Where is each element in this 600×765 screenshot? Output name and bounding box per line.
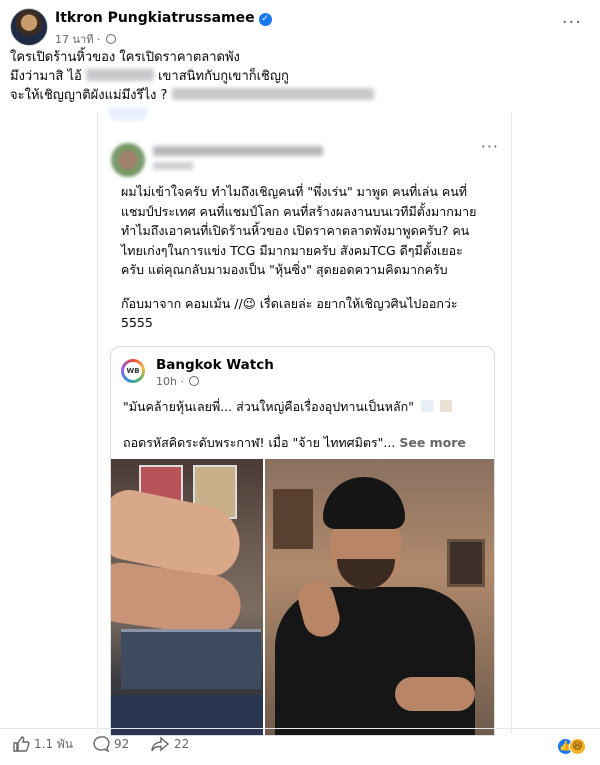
shared-body-line: ผมไม่เข้าใจครับ ทำไมถึงเชิญคนที่ "พึ่งเร… — [121, 184, 468, 199]
embedded-text-line: "มันคล้ายหุ้นเลยพี่... ส่วนใหญ่คือเรื่อง… — [123, 397, 452, 417]
author-name[interactable]: Itkron Pungkiatrussamee ✓ — [55, 10, 272, 26]
caption-text: มึงว่ามาสิ ไอ้ — [10, 69, 82, 84]
caption-line: ใครเปิดร้านหิ้วของ ใครเปิดราคาตลาดพัง — [10, 50, 240, 65]
shared-post[interactable]: ··· ผมไม่เข้าใจครับ ทำไมถึงเชิญคนที่ "พึ… — [97, 107, 512, 736]
shared-body-line: ก๊อบมาจาก คอมเม้น //😉 เรื่ดเลยล่ะ อยากให… — [121, 295, 458, 311]
shared-body-line: ไทยเก่งๆในการแข่ง TCG มีมากมายครับ สังคม… — [121, 242, 463, 258]
like-button[interactable]: 1.1 พัน — [12, 735, 73, 754]
comment-icon — [93, 736, 110, 753]
post-caption: ใครเปิดร้านหิ้วของ ใครเปิดราคาตลาดพัง มึ… — [10, 48, 590, 105]
redacted-shared-author — [153, 146, 323, 156]
globe-icon — [189, 376, 200, 386]
embedded-teaser: ถอดรหัสคิดระดับพระกาฬ! เมื่อ "จ้าย ไททศม… — [123, 435, 396, 450]
redacted-text — [171, 88, 374, 100]
author-name-text[interactable]: Itkron Pungkiatrussamee — [55, 10, 255, 26]
embedded-photo-person — [265, 459, 494, 735]
post-meta: 17 นาที · — [55, 30, 116, 48]
share-icon — [151, 736, 170, 752]
embedded-post-card: WB Bangkok Watch 10h · "มันคล้ายหุ้นเลยพ… — [110, 346, 495, 736]
shared-post-avatar — [111, 143, 145, 177]
embedded-page-name: Bangkok Watch — [156, 357, 274, 373]
shared-body-line: 5555 — [121, 315, 153, 330]
person-emoji-icon — [439, 400, 452, 412]
verified-badge-icon: ✓ — [258, 13, 272, 26]
share-button[interactable]: 22 — [150, 735, 189, 753]
caption-line: มึงว่ามาสิ ไอ้ เขาสนิทกับกูเขาก็เชิญกู — [10, 67, 590, 86]
reaction-summary[interactable]: 👍😆 — [557, 734, 586, 755]
shared-post-top-edge — [108, 107, 148, 121]
bangkok-watch-logo-icon: WB — [121, 359, 145, 383]
post-time[interactable]: 17 นาที — [55, 33, 93, 46]
shared-body-line: แชมป์ประเทศ คนที่แชมป์โลก คนที่สร้างผลงา… — [121, 203, 477, 219]
post-header: Itkron Pungkiatrussamee ✓ 17 นาที · ··· — [10, 8, 590, 50]
shared-more-icon: ··· — [480, 137, 499, 156]
embedded-page-time: 10h · — [156, 375, 184, 388]
caption-line: จะให้เชิญญาติผังแม่มึงรึไง ? — [10, 86, 590, 105]
globe-icon — [105, 34, 116, 44]
embedded-text-line: ถอดรหัสคิดระดับพระกาฬ! เมื่อ "จ้าย ไททศม… — [123, 433, 466, 453]
embedded-page-meta: 10h · — [156, 375, 200, 388]
shared-post-body: ผมไม่เข้าใจครับ ทำไมถึงเชิญคนที่ "พึ่งเร… — [121, 182, 506, 333]
logo-text: WB — [124, 362, 142, 380]
caption-text: จะให้เชิญญาติผังแม่มึงรึไง ? — [10, 88, 168, 103]
redacted-shared-meta — [153, 162, 193, 170]
embedded-photo-cards — [111, 459, 263, 735]
more-options-button[interactable]: ··· — [562, 12, 582, 33]
author-avatar[interactable] — [10, 8, 48, 46]
shared-body-line: ครับ แต่คุณกลับมามองเป็น "หุ้นซิ่ง" สุดย… — [121, 262, 448, 277]
post-action-bar: 1.1 พัน 92 22 👍😆 — [0, 728, 600, 758]
share-count: 22 — [174, 737, 190, 751]
like-icon — [13, 736, 30, 752]
redacted-name — [85, 69, 154, 81]
embedded-quote: "มันคล้ายหุ้นเลยพี่... ส่วนใหญ่คือเรื่อง… — [123, 399, 414, 414]
comment-button[interactable]: 92 — [92, 735, 129, 753]
like-count: 1.1 พัน — [34, 737, 74, 751]
chart-emoji-icon — [420, 400, 433, 412]
haha-reaction-icon: 😆 — [569, 738, 586, 755]
shared-body-line: ทำไมถึงเอาคนที่เปิดร้านหิ้วของ เปิดราคาต… — [121, 223, 470, 238]
comment-count: 92 — [114, 737, 130, 751]
see-more-link: See more — [399, 435, 466, 450]
caption-text: เขาสนิทกับกูเขาก็เชิญกู — [158, 69, 289, 84]
